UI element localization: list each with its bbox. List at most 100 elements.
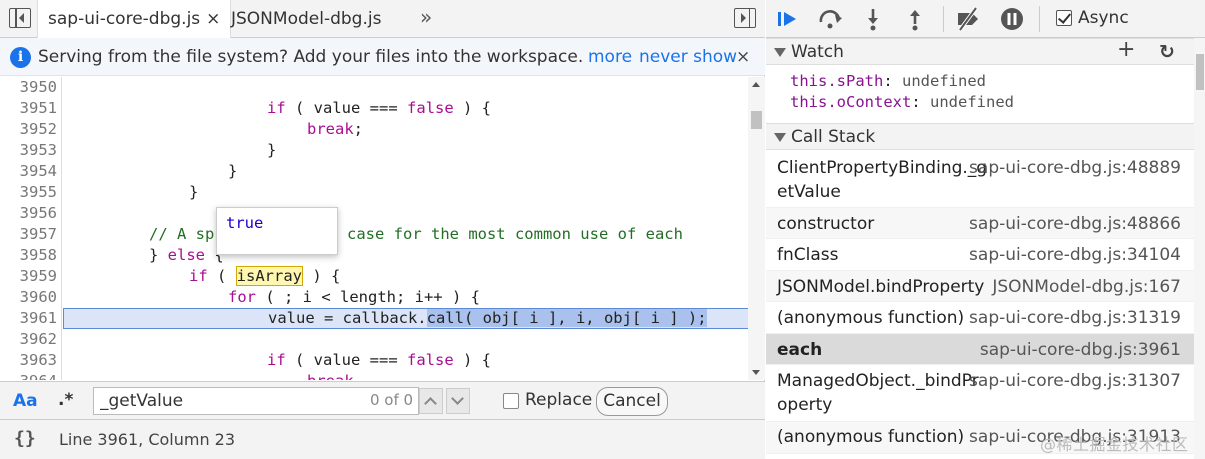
frame-location[interactable]: sap-ui-core-dbg.js:48889 xyxy=(969,156,1181,180)
frame-function: ManagedObject._bindPr xyxy=(777,371,979,391)
frame-location[interactable]: sap-ui-core-dbg.js:31319 xyxy=(969,306,1181,330)
search-next-button[interactable] xyxy=(446,388,470,414)
regex-button[interactable]: .* xyxy=(58,390,73,410)
replace-checkbox[interactable] xyxy=(503,393,519,409)
code-token: ) { xyxy=(303,267,341,285)
frame-location[interactable]: JSONModel-dbg.js:167 xyxy=(992,275,1181,299)
frame-location[interactable]: sap-ui-core-dbg.js:48866 xyxy=(969,212,1181,236)
code-line: 3953} xyxy=(0,140,750,161)
call-frame[interactable]: ClientPropertyBinding._g etValue sap-ui-… xyxy=(766,151,1194,208)
scroll-down-icon[interactable] xyxy=(752,370,760,375)
never-show-link[interactable]: never show xyxy=(639,38,737,76)
code-token: if xyxy=(189,267,208,285)
match-case-button[interactable]: Aa xyxy=(13,391,38,411)
toggle-debugger-icon[interactable] xyxy=(734,8,756,28)
search-prev-button[interactable] xyxy=(419,388,443,414)
code-line: 3962 xyxy=(0,329,750,350)
line-number[interactable]: 3958 xyxy=(0,245,57,266)
call-frame-selected[interactable]: each sap-ui-core-dbg.js:3961 xyxy=(766,334,1194,365)
call-frame[interactable]: JSONModel.bindProperty JSONModel-dbg.js:… xyxy=(766,271,1194,302)
call-frame[interactable]: ManagedObject._bindPr operty sap-ui-core… xyxy=(766,365,1194,422)
code-line: 3954} xyxy=(0,161,750,182)
call-frame[interactable]: (anonymous function) sap-ui-core-dbg.js:… xyxy=(766,302,1194,334)
debugger-toolbar: Async xyxy=(766,0,1205,38)
cancel-button[interactable]: Cancel xyxy=(596,387,668,416)
code-token: false xyxy=(407,99,454,117)
editor-pane: sap-ui-core-dbg.js × JSONModel-dbg.js » i… xyxy=(0,0,765,459)
scrollbar-thumb[interactable] xyxy=(751,111,762,129)
step-over-icon[interactable] xyxy=(817,6,845,32)
frame-location[interactable]: sap-ui-core-dbg.js:3961 xyxy=(980,338,1181,362)
code-line: 3952 break; xyxy=(0,119,750,140)
frame-function: ClientPropertyBinding._g xyxy=(777,158,988,178)
resume-icon[interactable] xyxy=(775,6,803,32)
frame-location[interactable]: sap-ui-core-dbg.js:31307 xyxy=(969,369,1181,393)
more-tabs-icon[interactable]: » xyxy=(420,0,432,34)
line-number[interactable]: 3951 xyxy=(0,98,57,119)
frame-function: constructor xyxy=(777,214,875,234)
call-frame[interactable]: fnClass sap-ui-core-dbg.js:34104 xyxy=(766,239,1194,271)
chevron-up-icon xyxy=(424,397,437,410)
scrollbar-thumb[interactable] xyxy=(1196,54,1204,90)
watch-item[interactable]: this.oContext: undefined xyxy=(790,93,1014,111)
match-count: 0 of 0 xyxy=(370,391,414,409)
async-label: Async xyxy=(1078,8,1129,28)
frame-function: (anonymous function) xyxy=(777,427,965,447)
callstack-header[interactable]: Call Stack xyxy=(766,123,1194,150)
collapse-triangle-icon xyxy=(774,48,786,57)
code-token: if xyxy=(267,351,286,369)
pretty-print-button[interactable]: {} xyxy=(14,428,36,449)
info-bar: i Serving from the file system? Add your… xyxy=(0,38,765,76)
close-icon[interactable]: × xyxy=(736,38,750,76)
step-into-icon[interactable] xyxy=(859,6,887,32)
line-number[interactable]: 3952 xyxy=(0,119,57,140)
add-watch-icon[interactable]: + xyxy=(1117,37,1135,63)
sidebar-scrollbar[interactable] xyxy=(1194,38,1205,459)
line-number[interactable]: 3954 xyxy=(0,161,57,182)
code-editor[interactable]: 3950 3951 if ( value === false ) { 3952 br… xyxy=(0,77,765,380)
scroll-up-icon[interactable] xyxy=(752,82,760,87)
async-checkbox[interactable] xyxy=(1056,10,1072,26)
replace-label: Replace xyxy=(525,390,593,410)
frame-function: etValue xyxy=(777,182,841,202)
code-line: 3950 xyxy=(0,77,750,98)
pause-on-exceptions-icon[interactable] xyxy=(998,6,1026,32)
frame-function: operty xyxy=(777,395,833,415)
toolbar-separator xyxy=(943,6,944,32)
line-number[interactable]: 3963 xyxy=(0,350,57,371)
code-comment: // A sp xyxy=(149,225,215,243)
line-number[interactable]: 3964 xyxy=(0,371,57,380)
value-popover: true xyxy=(216,207,338,255)
line-number[interactable]: 3956 xyxy=(0,203,57,224)
cursor-position: Line 3961, Column 23 xyxy=(59,430,236,449)
info-text: Serving from the file system? Add your f… xyxy=(38,47,584,67)
tab-sap-ui-core[interactable]: sap-ui-core-dbg.js × xyxy=(37,0,232,39)
refresh-icon[interactable]: ↻ xyxy=(1159,39,1175,65)
watch-header[interactable]: Watch + ↻ xyxy=(766,37,1194,65)
line-number[interactable]: 3957 xyxy=(0,224,57,245)
code-token: ( value === xyxy=(285,351,407,369)
hovered-token[interactable]: isArray xyxy=(235,266,303,286)
frame-function: JSONModel.bindProperty xyxy=(777,277,985,297)
code-token: for xyxy=(228,288,256,306)
code-line: 3957 // A sp case for the most common use … xyxy=(0,224,750,245)
tab-jsonmodel[interactable]: JSONModel-dbg.js xyxy=(221,0,391,38)
watch-item[interactable]: this.sPath: undefined xyxy=(790,72,986,90)
editor-scrollbar[interactable] xyxy=(748,77,765,380)
code-line: 3955} xyxy=(0,182,750,203)
line-number[interactable]: 3953 xyxy=(0,140,57,161)
line-number[interactable]: 3950 xyxy=(0,77,57,98)
step-out-icon[interactable] xyxy=(901,6,929,32)
line-number[interactable]: 3960 xyxy=(0,287,57,308)
frame-location[interactable]: sap-ui-core-dbg.js:34104 xyxy=(969,243,1181,267)
line-number[interactable]: 3959 xyxy=(0,266,57,287)
call-frame[interactable]: constructor sap-ui-core-dbg.js:48866 xyxy=(766,208,1194,239)
deactivate-breakpoints-icon[interactable] xyxy=(954,6,982,32)
more-link[interactable]: more xyxy=(588,38,632,76)
close-tab-icon[interactable]: × xyxy=(206,9,220,29)
line-number[interactable]: 3962 xyxy=(0,329,57,350)
line-number[interactable]: 3961 xyxy=(0,308,57,329)
line-number[interactable]: 3955 xyxy=(0,182,57,203)
toggle-navigator-icon[interactable] xyxy=(9,8,31,28)
selected-call: call( obj[ i ], i, obj[ i ] ); xyxy=(426,309,707,327)
